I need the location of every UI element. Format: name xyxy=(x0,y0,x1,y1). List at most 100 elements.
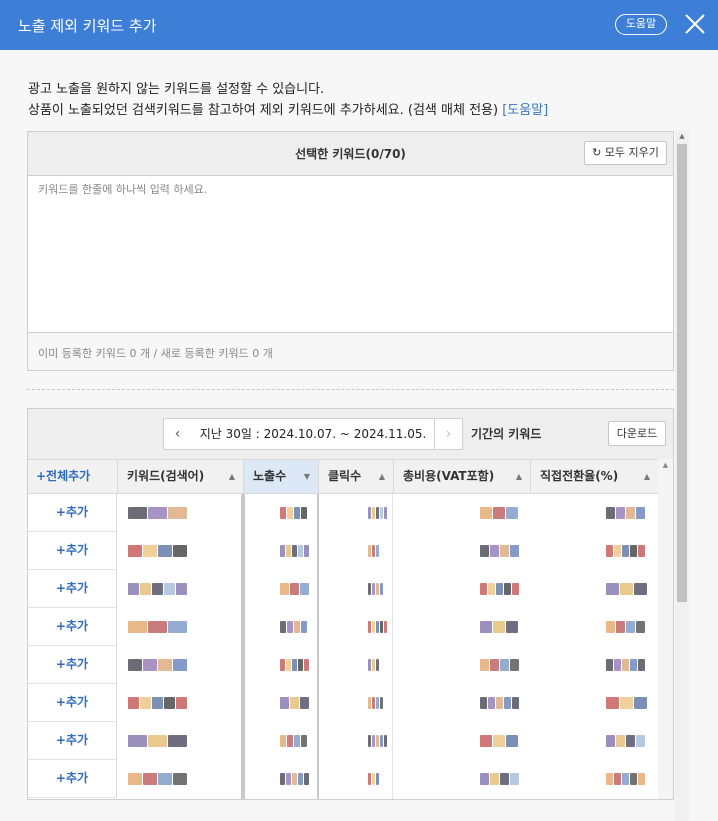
scroll-up-icon[interactable]: ▲ xyxy=(675,132,689,140)
table-row: +추가 xyxy=(28,760,658,798)
redacted-cell xyxy=(280,722,310,760)
download-button[interactable]: 다운로드 xyxy=(608,421,666,446)
redacted-block xyxy=(634,583,647,595)
redacted-block xyxy=(480,659,489,671)
redacted-cell xyxy=(606,608,648,646)
redacted-block xyxy=(493,507,505,519)
redacted-block xyxy=(298,773,303,785)
redacted-block xyxy=(384,735,387,747)
redacted-block xyxy=(606,735,615,747)
redacted-block xyxy=(480,507,492,519)
keyword-count-footer: 이미 등록한 키워드 0 개 / 새로 등록한 키워드 0 개 xyxy=(28,332,673,370)
redacted-block xyxy=(294,735,300,747)
redacted-cell xyxy=(280,684,310,722)
selected-keywords-header: 선택한 키워드(0/70) ↻ 모두 지우기 xyxy=(28,132,673,176)
column-keyword[interactable]: 키워드(검색어) ▲ xyxy=(118,460,244,493)
redacted-block xyxy=(380,735,383,747)
redacted-block xyxy=(512,583,519,595)
redacted-block xyxy=(614,659,621,671)
redacted-block xyxy=(380,621,383,633)
redacted-cell xyxy=(480,532,520,570)
redacted-block xyxy=(140,583,151,595)
row-add-button[interactable]: +추가 xyxy=(28,684,117,722)
dialog-title: 노출 제외 키워드 추가 xyxy=(18,17,157,35)
row-add-button[interactable]: +추가 xyxy=(28,608,117,646)
next-period-button[interactable]: › xyxy=(434,418,463,450)
sort-icon: ▲ xyxy=(515,472,522,481)
redacted-block xyxy=(152,697,163,709)
redacted-block xyxy=(480,735,492,747)
redacted-cell xyxy=(280,760,310,798)
redacted-cell xyxy=(606,722,648,760)
add-all-button[interactable]: +전체추가 xyxy=(28,460,118,493)
scroll-up-icon[interactable]: ▲ xyxy=(658,461,673,469)
redacted-block xyxy=(622,545,629,557)
dialog-scrollbar[interactable]: ▲ ▼ xyxy=(675,130,689,821)
sort-icon: ▲ xyxy=(378,472,385,481)
redacted-block xyxy=(368,621,371,633)
redacted-block xyxy=(380,583,383,595)
table-row: +추가 xyxy=(28,646,658,684)
redacted-block xyxy=(616,507,625,519)
redacted-block xyxy=(280,507,286,519)
redacted-block xyxy=(606,659,613,671)
refresh-icon: ↻ xyxy=(592,146,602,159)
redacted-block xyxy=(376,583,379,595)
column-total-cost[interactable]: 총비용(VAT포함) ▲ xyxy=(394,460,531,493)
clear-all-button[interactable]: ↻ 모두 지우기 xyxy=(584,141,667,165)
redacted-block xyxy=(638,773,645,785)
redacted-block xyxy=(128,659,142,671)
prev-period-button[interactable]: ‹ xyxy=(163,418,192,450)
redacted-block xyxy=(614,545,621,557)
row-add-button[interactable]: +추가 xyxy=(28,760,117,798)
close-icon[interactable] xyxy=(684,13,706,35)
table-scrollbar[interactable]: ▲ xyxy=(658,459,673,799)
redacted-block xyxy=(300,583,309,595)
keyword-textarea[interactable]: 키워드를 한줄에 하나씩 입력 하세요. xyxy=(38,181,207,197)
help-button[interactable]: 도움말 xyxy=(615,14,667,35)
redacted-block xyxy=(301,621,307,633)
redacted-block xyxy=(504,697,511,709)
table-row: +추가 xyxy=(28,570,658,608)
redacted-cell xyxy=(606,684,648,722)
row-add-button[interactable]: +추가 xyxy=(28,570,117,608)
row-add-button[interactable]: +추가 xyxy=(28,646,117,684)
redacted-block xyxy=(298,545,303,557)
redacted-block xyxy=(128,507,147,519)
redacted-block xyxy=(304,545,309,557)
redacted-block xyxy=(128,773,142,785)
redacted-block xyxy=(280,735,286,747)
row-add-button[interactable]: +추가 xyxy=(28,532,117,570)
row-add-button[interactable]: +추가 xyxy=(28,494,117,532)
scrollbar-thumb[interactable] xyxy=(677,144,687,602)
redacted-block xyxy=(384,621,387,633)
redacted-block xyxy=(606,507,615,519)
redacted-cell xyxy=(368,760,380,798)
dialog-header: 노출 제외 키워드 추가 도움말 xyxy=(0,0,718,50)
redacted-block xyxy=(380,697,383,709)
description-line-2: 상품이 노출되었던 검색키워드를 참고하여 제외 키워드에 추가하세요. (검색… xyxy=(28,103,499,118)
redacted-block xyxy=(294,507,300,519)
period-bar: ‹ 지난 30일 : 2024.10.07. ~ 2024.11.05. › 기… xyxy=(28,409,673,459)
redacted-block xyxy=(300,697,309,709)
redacted-cell xyxy=(128,722,188,760)
redacted-block xyxy=(380,507,383,519)
column-clicks[interactable]: 클릭수 ▲ xyxy=(319,460,394,493)
redacted-block xyxy=(368,773,371,785)
redacted-block xyxy=(630,773,637,785)
redacted-block xyxy=(372,507,375,519)
table-header: +전체추가 키워드(검색어) ▲ 노출수 ▼ 클릭수 ▲ 총비용(VAT포함) ▲ 직접… xyxy=(28,459,658,494)
help-link[interactable]: [도움말] xyxy=(502,103,548,118)
row-add-button[interactable]: +추가 xyxy=(28,722,117,760)
column-conversion-rate[interactable]: 직접전환율(%) ▲ xyxy=(531,460,658,493)
keyword-table-panel: ‹ 지난 30일 : 2024.10.07. ~ 2024.11.05. › 기… xyxy=(27,408,674,800)
redacted-block xyxy=(368,545,371,557)
selected-keywords-box: 선택한 키워드(0/70) ↻ 모두 지우기 키워드를 한줄에 하나씩 입력 하… xyxy=(27,131,674,371)
column-impressions[interactable]: 노출수 ▼ xyxy=(244,460,319,493)
redacted-block xyxy=(128,697,139,709)
redacted-cell xyxy=(606,532,648,570)
redacted-block xyxy=(173,659,187,671)
redacted-block xyxy=(372,773,375,785)
redacted-cell xyxy=(128,760,188,798)
redacted-block xyxy=(286,659,291,671)
